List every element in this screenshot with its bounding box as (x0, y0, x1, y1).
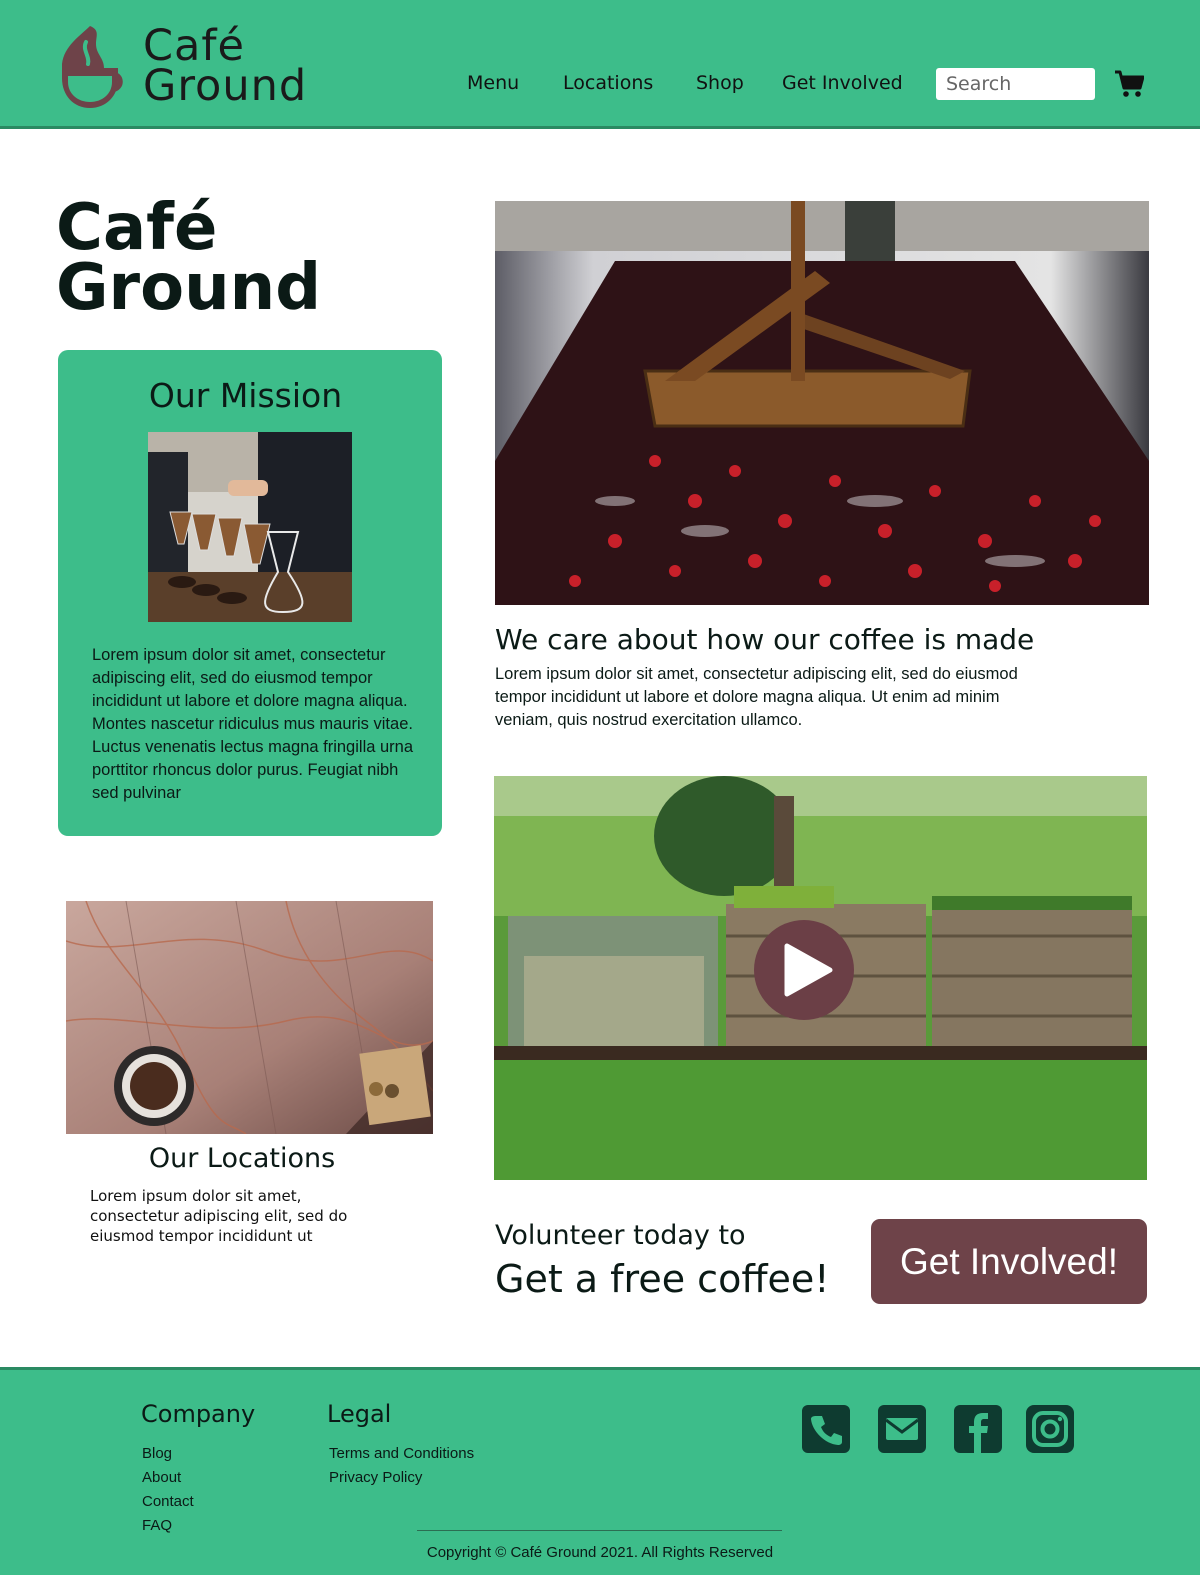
site-header: Café Ground Menu Locations Shop Get Invo… (0, 0, 1200, 129)
nav-menu[interactable]: Menu (467, 72, 519, 94)
page-title: Café Ground (56, 191, 321, 325)
locations-text: Lorem ipsum dolor sit amet, consectetur … (90, 1187, 348, 1245)
get-involved-button[interactable]: Get Involved! (871, 1219, 1147, 1304)
locations-title: Our Locations (148, 1143, 336, 1174)
mission-text: Lorem ipsum dolor sit amet, consectetur … (92, 646, 414, 802)
nav-shop[interactable]: Shop (696, 72, 744, 94)
coffee-cup-logo-icon[interactable] (56, 24, 124, 112)
footer-divider (417, 1530, 782, 1531)
copyright-text: Copyright © Café Ground 2021. All Rights… (426, 1544, 774, 1561)
volunteer-line-2: Get a free coffee! (495, 1257, 830, 1301)
care-text: Lorem ipsum dolor sit amet, consectetur … (495, 665, 1018, 729)
nav-get-involved[interactable]: Get Involved (782, 72, 903, 94)
pour-over-coffee-photo (148, 432, 352, 622)
page-title-line-1: Café (56, 191, 218, 265)
coffee-cherries-washing-photo (495, 201, 1149, 605)
footer-link-blog[interactable]: Blog (142, 1445, 172, 1462)
shopping-cart-icon[interactable] (1114, 70, 1144, 98)
footer-company-heading: Company (141, 1400, 256, 1428)
email-icon[interactable] (877, 1404, 927, 1454)
footer-legal-heading: Legal (327, 1400, 392, 1428)
logo-line-2: Ground (143, 61, 308, 111)
mission-title: Our Mission (148, 376, 343, 415)
volunteer-line-1: Volunteer today to (495, 1220, 746, 1251)
footer-link-privacy[interactable]: Privacy Policy (329, 1469, 422, 1486)
nav-locations[interactable]: Locations (563, 72, 653, 94)
instagram-icon[interactable] (1025, 1404, 1075, 1454)
video-player[interactable] (494, 776, 1147, 1180)
site-footer: Company Blog About Contact FAQ Legal Ter… (0, 1367, 1200, 1575)
footer-link-faq[interactable]: FAQ (142, 1517, 172, 1534)
page-title-line-2: Ground (56, 251, 321, 325)
footer-link-terms[interactable]: Terms and Conditions (329, 1445, 474, 1462)
play-button[interactable] (754, 920, 854, 1020)
phone-icon[interactable] (801, 1404, 851, 1454)
logo-wordmark[interactable]: Café Ground (143, 21, 308, 111)
footer-link-contact[interactable]: Contact (142, 1493, 194, 1510)
play-icon (784, 943, 833, 997)
map-and-coffee-photo (66, 901, 433, 1134)
mission-card: Our Mission Lorem ipsum dolor sit amet, … (58, 350, 442, 836)
care-title: We care about how our coffee is made (495, 623, 1035, 656)
footer-link-about[interactable]: About (142, 1469, 181, 1486)
facebook-icon[interactable] (953, 1404, 1003, 1454)
search-input[interactable] (936, 68, 1095, 100)
logo-line-1: Café (143, 21, 245, 71)
